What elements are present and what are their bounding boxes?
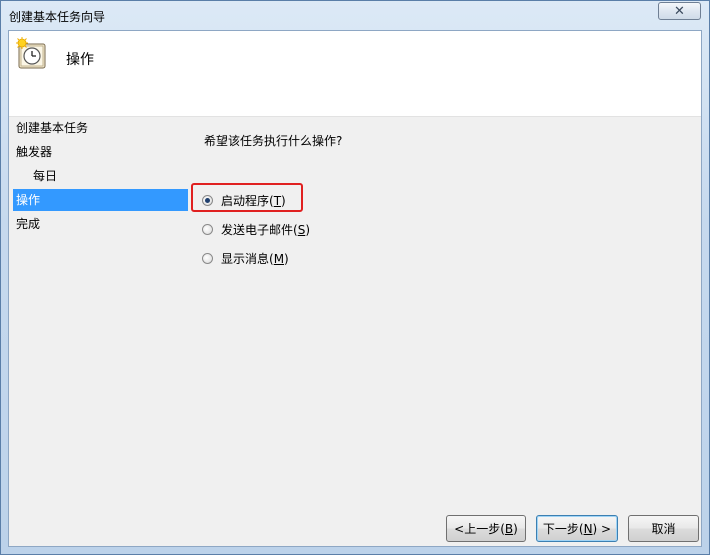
label-text: ) — [305, 222, 310, 237]
label-text: 发送电子邮件( — [221, 222, 298, 237]
nav-step-trigger[interactable]: 触发器 — [13, 141, 188, 163]
label-text: ) — [281, 193, 286, 208]
wizard-window: 创建基本任务向导 ✕ 操作 创建基本任务 触发器 每日 操作 完成 希望该任务执… — [0, 0, 710, 555]
access-key: M — [273, 251, 285, 266]
button-text: ) > — [592, 521, 612, 536]
nav-step-create-basic-task[interactable]: 创建基本任务 — [13, 117, 188, 139]
nav-step-finish[interactable]: 完成 — [13, 213, 188, 235]
access-key: N — [583, 521, 593, 536]
radio-button[interactable] — [202, 223, 213, 235]
nav-step-daily[interactable]: 每日 — [13, 165, 188, 187]
label-text: ) — [284, 251, 289, 266]
close-button[interactable]: ✕ — [658, 2, 701, 20]
radio-button-checked[interactable] — [202, 194, 213, 206]
radio-button[interactable] — [202, 252, 213, 264]
radio-label-send-email[interactable]: 发送电子邮件(S) — [221, 221, 310, 238]
nav-step-action[interactable]: 操作 — [13, 189, 188, 211]
title-bar: 创建基本任务向导 ✕ — [1, 1, 709, 29]
button-text: ) — [513, 521, 518, 536]
task-clock-icon — [16, 37, 46, 69]
button-text: 取消 — [651, 522, 676, 536]
nav-step-label: 每日 — [33, 169, 58, 183]
radio-send-email[interactable]: 发送电子邮件(S) — [202, 218, 310, 240]
wizard-client-area: 操作 创建基本任务 触发器 每日 操作 完成 希望该任务执行什么操作? 启动程序… — [8, 30, 702, 547]
wizard-header: 操作 — [9, 31, 701, 117]
nav-step-label: 创建基本任务 — [16, 121, 89, 135]
radio-start-program[interactable]: 启动程序(T) — [202, 189, 286, 211]
nav-step-label: 操作 — [16, 193, 41, 207]
action-question: 希望该任务执行什么操作? — [204, 134, 343, 148]
close-icon: ✕ — [674, 3, 685, 19]
button-text: <上一步( — [454, 522, 505, 536]
nav-step-label: 完成 — [16, 217, 41, 231]
access-key: B — [504, 521, 514, 536]
back-button[interactable]: <上一步(B) — [446, 515, 526, 542]
label-text: 启动程序( — [221, 193, 274, 208]
radio-label-start-program[interactable]: 启动程序(T) — [221, 192, 286, 209]
access-key: T — [273, 193, 282, 208]
button-text: 下一步( — [542, 522, 584, 536]
cancel-button[interactable]: 取消 — [628, 515, 699, 542]
label-text: 显示消息( — [221, 251, 274, 266]
window-title: 创建基本任务向导 — [9, 10, 106, 24]
radio-display-message[interactable]: 显示消息(M) — [202, 247, 289, 269]
next-button[interactable]: 下一步(N) > — [536, 515, 618, 542]
page-title: 操作 — [66, 52, 94, 68]
nav-step-label: 触发器 — [16, 145, 53, 159]
radio-label-display-message[interactable]: 显示消息(M) — [221, 250, 289, 267]
